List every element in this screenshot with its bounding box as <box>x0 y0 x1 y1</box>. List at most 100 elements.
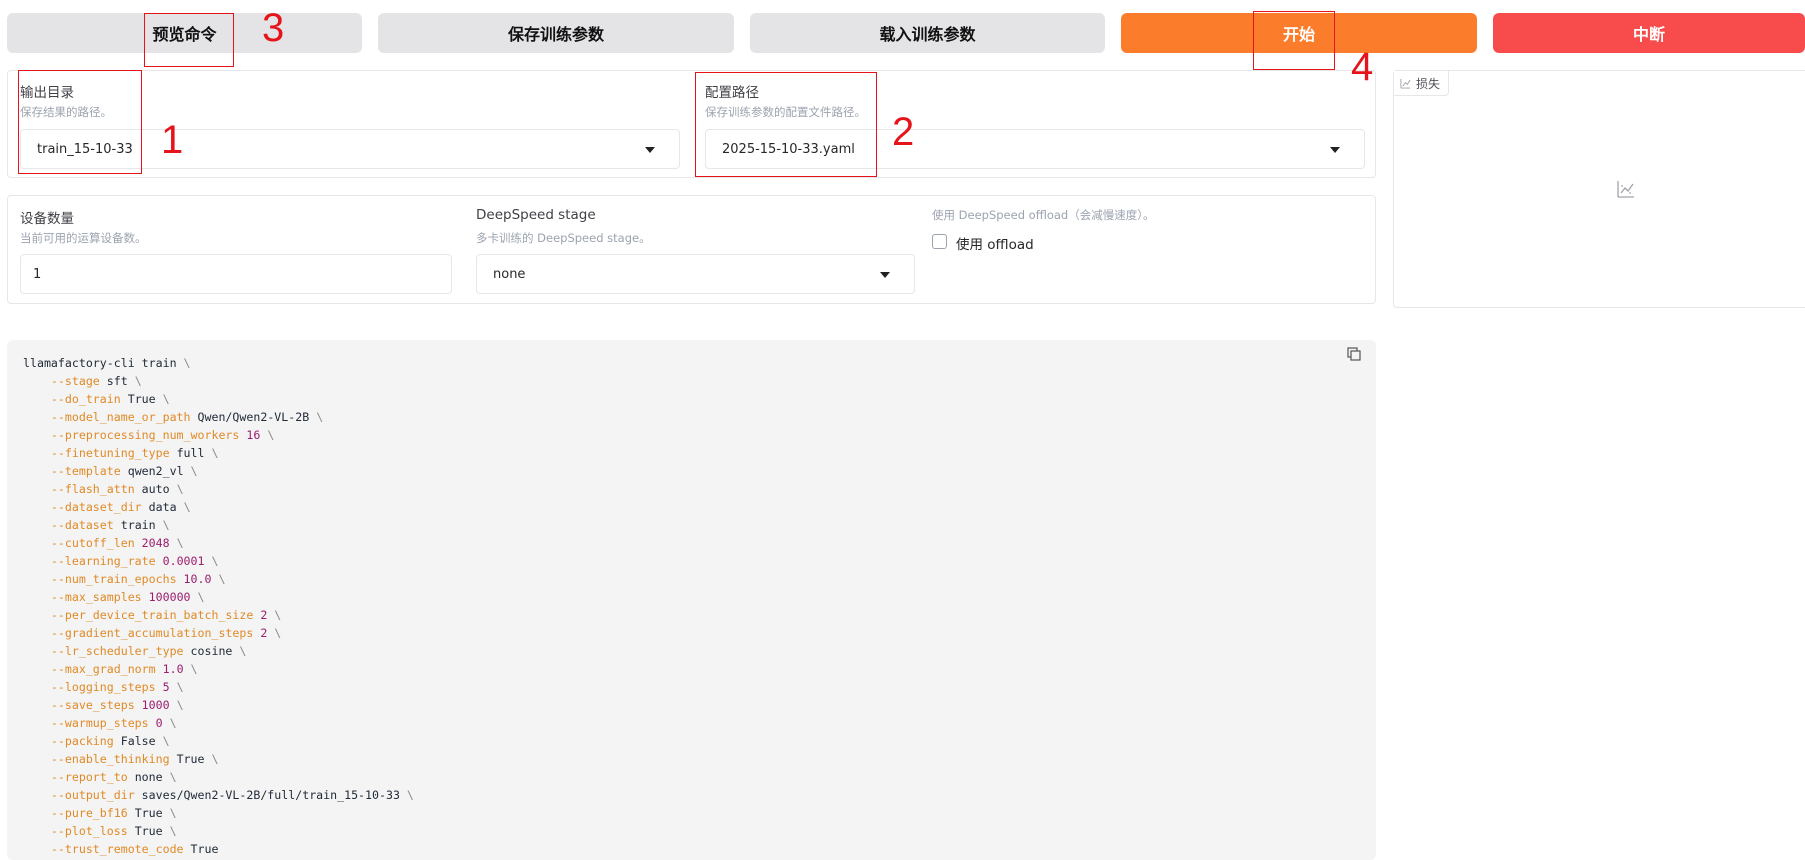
command-line: --finetuning_type full \ <box>23 444 1376 462</box>
command-line: --model_name_or_path Qwen/Qwen2-VL-2B \ <box>23 408 1376 426</box>
command-value: 100000 <box>148 590 191 604</box>
command-line: --flash_attn auto \ <box>23 480 1376 498</box>
output-config-panel: 输出目录 保存结果的路径。 train_15-10-33 配置路径 保存训练参数… <box>7 70 1376 178</box>
line-continuation: \ <box>190 662 198 676</box>
load-args-button[interactable]: 载入训练参数 <box>750 13 1105 53</box>
command-flag: --lr_scheduler_type <box>50 644 184 658</box>
line-continuation: \ <box>169 716 177 730</box>
command-value: 5 <box>162 680 170 694</box>
command-flag: --report_to <box>50 770 128 784</box>
line-continuation: \ <box>406 788 414 802</box>
command-line: llamafactory-cli train \ <box>23 354 1376 372</box>
line-continuation: \ <box>176 536 184 550</box>
command-value: none <box>134 770 163 784</box>
device-count-info: 当前可用的运算设备数。 <box>20 231 147 245</box>
command-value: saves/Qwen2-VL-2B/full/train_15-10-33 <box>141 788 400 802</box>
command-line: --dataset train \ <box>23 516 1376 534</box>
command-flag: --pure_bf16 <box>50 806 128 820</box>
command-line: --output_dir saves/Qwen2-VL-2B/full/trai… <box>23 786 1376 804</box>
command-flag: --trust_remote_code <box>50 842 184 856</box>
output-dir-dropdown[interactable]: train_15-10-33 <box>20 129 680 169</box>
command-line: --dataset_dir data \ <box>23 498 1376 516</box>
command-flag: --num_train_epochs <box>50 572 177 586</box>
command-flag: --max_grad_norm <box>50 662 156 676</box>
command-preview: llamafactory-cli train \ --stage sft \ -… <box>7 340 1376 860</box>
command-value: 1000 <box>141 698 170 712</box>
command-value: True <box>190 842 219 856</box>
chevron-down-icon <box>880 272 890 278</box>
command-head: llamafactory-cli train <box>23 356 177 370</box>
command-line: --lr_scheduler_type cosine \ <box>23 642 1376 660</box>
line-continuation: \ <box>134 374 142 388</box>
stop-button[interactable]: 中断 <box>1493 13 1805 53</box>
empty-plot-icon <box>1617 181 1634 198</box>
line-continuation: \ <box>169 770 177 784</box>
command-flag: --stage <box>50 374 100 388</box>
line-continuation: \ <box>176 680 184 694</box>
copy-icon[interactable] <box>1346 346 1362 362</box>
command-value: True <box>134 824 163 838</box>
ds-offload-label: 使用 offload <box>956 237 1034 253</box>
ds-stage-info: 多卡训练的 DeepSpeed stage。 <box>476 231 651 245</box>
ds-offload-info: 使用 DeepSpeed offload（会减慢速度）。 <box>932 208 1155 222</box>
command-line: --per_device_train_batch_size 2 \ <box>23 606 1376 624</box>
command-value: auto <box>141 482 170 496</box>
line-continuation: \ <box>176 698 184 712</box>
config-path-value: 2025-15-10-33.yaml <box>722 141 855 157</box>
command-value: Qwen/Qwen2-VL-2B <box>197 410 310 424</box>
command-flag: --gradient_accumulation_steps <box>50 626 254 640</box>
line-continuation: \ <box>183 500 191 514</box>
line-continuation: \ <box>274 626 282 640</box>
command-flag: --dataset <box>50 518 114 532</box>
command-flag: --logging_steps <box>50 680 156 694</box>
command-value: 1.0 <box>162 662 184 676</box>
command-value: False <box>120 734 156 748</box>
annotation-number-2: 2 <box>892 110 915 154</box>
line-continuation: \ <box>190 464 198 478</box>
command-value: True <box>176 752 205 766</box>
command-flag: --do_train <box>50 392 121 406</box>
command-value: qwen2_vl <box>127 464 184 478</box>
line-continuation: \ <box>176 482 184 496</box>
ds-stage-dropdown[interactable]: none <box>476 254 915 294</box>
command-line: --gradient_accumulation_steps 2 \ <box>23 624 1376 642</box>
command-line: --learning_rate 0.0001 \ <box>23 552 1376 570</box>
loss-plot-panel: 损失 <box>1393 70 1805 308</box>
command-value: data <box>148 500 177 514</box>
annotation-number-3: 3 <box>262 6 285 50</box>
start-button[interactable]: 开始 <box>1121 13 1477 53</box>
ds-stage-value: none <box>493 266 526 282</box>
command-flag: --packing <box>50 734 114 748</box>
command-line: --do_train True \ <box>23 390 1376 408</box>
command-value: full <box>176 446 205 460</box>
device-deepspeed-panel: 设备数量 当前可用的运算设备数。 DeepSpeed stage 多卡训练的 D… <box>7 195 1376 304</box>
command-flag: --max_samples <box>50 590 142 604</box>
config-path-info: 保存训练参数的配置文件路径。 <box>705 105 866 119</box>
loss-plot-label: 损失 <box>1416 76 1441 91</box>
preview-command-button[interactable]: 预览命令 <box>7 13 362 53</box>
ds-stage-label: DeepSpeed stage <box>476 207 596 223</box>
device-count-input[interactable] <box>20 254 452 294</box>
command-line: --preprocessing_num_workers 16 \ <box>23 426 1376 444</box>
command-flag: --cutoff_len <box>50 536 135 550</box>
line-continuation: \ <box>267 428 275 442</box>
command-flag: --dataset_dir <box>50 500 142 514</box>
config-path-dropdown[interactable]: 2025-15-10-33.yaml <box>705 129 1365 169</box>
command-flag: --template <box>50 464 121 478</box>
line-continuation: \ <box>162 392 170 406</box>
ds-offload-checkbox[interactable] <box>932 234 947 249</box>
line-continuation: \ <box>162 518 170 532</box>
line-continuation: \ <box>218 572 226 586</box>
command-line: --trust_remote_code True <box>23 840 1376 858</box>
command-value: 2048 <box>141 536 170 550</box>
line-continuation: \ <box>211 446 219 460</box>
command-value: train <box>120 518 156 532</box>
annotation-number-1: 1 <box>161 118 184 162</box>
command-flag: --output_dir <box>50 788 135 802</box>
command-lines: llamafactory-cli train \ --stage sft \ -… <box>23 354 1376 858</box>
command-line: --cutoff_len 2048 \ <box>23 534 1376 552</box>
line-continuation: \ <box>162 734 170 748</box>
save-args-button[interactable]: 保存训练参数 <box>378 13 734 53</box>
command-line: --plot_loss True \ <box>23 822 1376 840</box>
line-continuation: \ <box>211 554 219 568</box>
